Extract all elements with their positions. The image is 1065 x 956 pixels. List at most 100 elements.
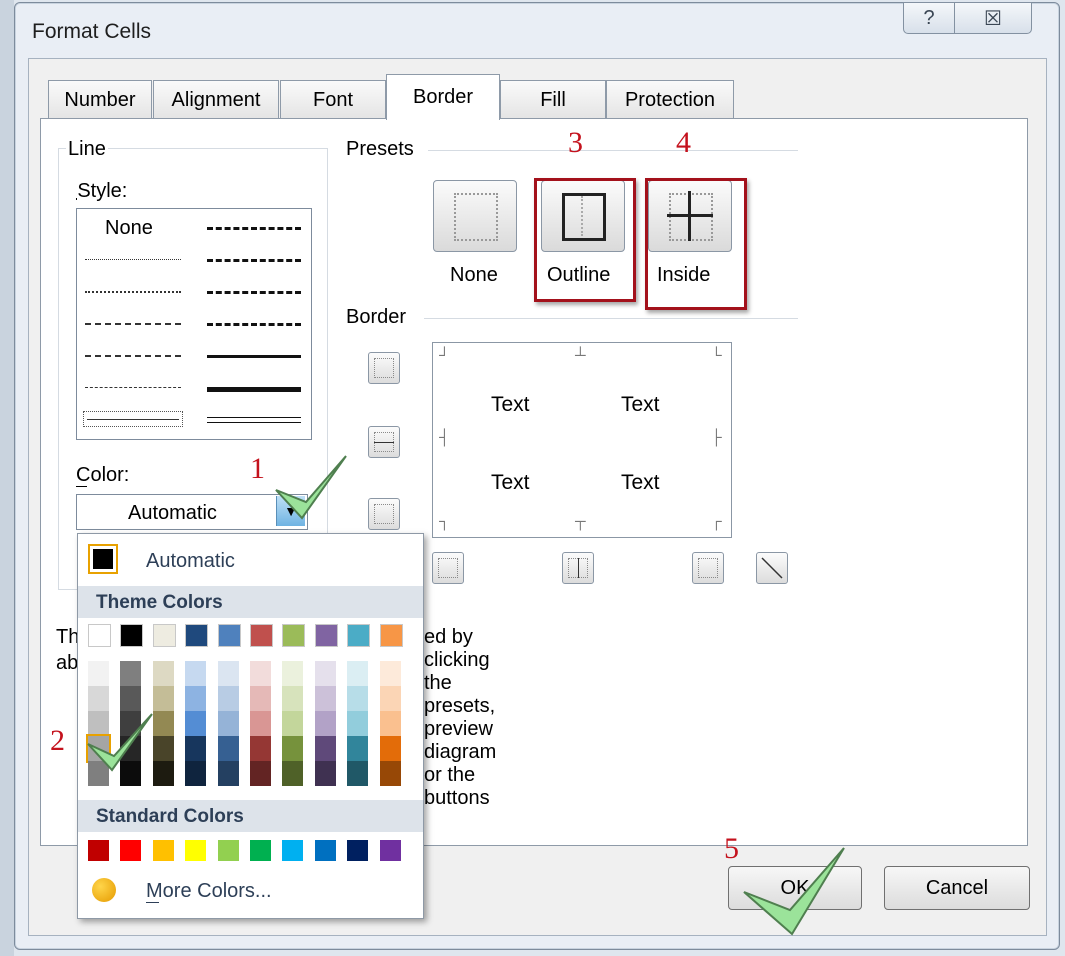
line-style-hair[interactable] [85, 259, 181, 260]
line-style-dotted[interactable] [85, 291, 181, 293]
line-style-list[interactable]: None [76, 208, 312, 440]
theme-color-swatch[interactable] [120, 624, 144, 647]
theme-shade-swatch[interactable] [314, 686, 336, 711]
standard-color-swatch[interactable] [152, 840, 174, 861]
theme-shade-swatch[interactable] [217, 711, 239, 736]
theme-shade-swatch[interactable] [282, 686, 304, 711]
more-colors-option[interactable]: More Colors... [146, 880, 272, 903]
automatic-color-option[interactable]: Automatic [146, 550, 235, 573]
theme-shade-swatch[interactable] [282, 736, 304, 761]
theme-color-swatch[interactable] [217, 624, 241, 647]
theme-shade-swatch[interactable] [282, 761, 304, 786]
border-top-button[interactable] [368, 352, 400, 384]
standard-color-swatch[interactable] [88, 840, 109, 861]
tab-border[interactable]: Border [386, 74, 500, 120]
theme-color-swatch[interactable] [152, 624, 176, 647]
line-style-med-dash-dot-dot[interactable] [207, 227, 301, 230]
preset-none-icon [454, 193, 498, 241]
tab-number[interactable]: Number [48, 80, 152, 119]
theme-shade-swatch[interactable] [217, 661, 239, 686]
line-style-dash-dot[interactable] [85, 355, 181, 357]
border-preview[interactable]: ┘ ┴ └ ┤ ├ ┐ ┬ ┌ Text Text Text Text [432, 342, 732, 538]
line-style-dashed[interactable] [85, 387, 181, 388]
theme-shade-swatch[interactable] [152, 661, 174, 686]
tab-protection[interactable]: Protection [606, 80, 734, 119]
line-style-medium[interactable] [207, 355, 301, 358]
border-right-button[interactable] [692, 552, 724, 584]
theme-shade-swatch[interactable] [314, 711, 336, 736]
theme-shade-swatch[interactable] [314, 761, 336, 786]
theme-shade-swatch[interactable] [185, 761, 207, 786]
theme-shade-swatch[interactable] [185, 686, 207, 711]
theme-shade-swatch[interactable] [217, 736, 239, 761]
theme-shade-swatch[interactable] [250, 736, 271, 761]
theme-shade-swatch[interactable] [250, 686, 271, 711]
theme-shade-swatch[interactable] [347, 736, 369, 761]
theme-shade-swatch[interactable] [379, 736, 401, 761]
more-colors-underline [146, 902, 159, 903]
border-diagonal-button[interactable] [756, 552, 788, 584]
line-style-slant-dash[interactable] [207, 259, 301, 262]
standard-color-swatch[interactable] [347, 840, 369, 861]
line-style-thick[interactable] [207, 387, 301, 392]
automatic-color-swatch[interactable] [88, 544, 118, 574]
close-button[interactable]: ☒ [954, 2, 1032, 34]
theme-shade-swatch[interactable] [250, 761, 271, 786]
theme-color-swatch[interactable] [379, 624, 403, 647]
cancel-button[interactable]: Cancel [884, 866, 1030, 910]
tab-alignment[interactable]: Alignment [153, 80, 279, 119]
preset-none-button[interactable] [433, 180, 517, 252]
theme-shade-swatch[interactable] [250, 661, 271, 686]
theme-colors-header: Theme Colors [78, 586, 423, 618]
line-style-none[interactable]: None [105, 217, 153, 240]
standard-color-swatch[interactable] [314, 840, 336, 861]
line-style-med-dash-dot[interactable] [207, 291, 301, 294]
theme-color-swatch[interactable] [88, 624, 111, 647]
diagonal-icon [761, 557, 783, 579]
line-style-med-dashed[interactable] [207, 323, 301, 326]
border-middle-horizontal-button[interactable] [368, 426, 400, 458]
theme-shade-swatch[interactable] [379, 711, 401, 736]
border-left-button[interactable] [432, 552, 464, 584]
help-button[interactable]: ? [903, 2, 955, 34]
theme-color-swatch[interactable] [250, 624, 273, 647]
line-style-double[interactable] [207, 417, 301, 423]
theme-shade-swatch[interactable] [347, 711, 369, 736]
annotation-2: 2 [50, 724, 65, 757]
theme-shade-swatch[interactable] [347, 686, 369, 711]
standard-color-swatch[interactable] [217, 840, 239, 861]
theme-shade-swatch[interactable] [314, 736, 336, 761]
check-icon [740, 840, 850, 945]
border-bottom-button[interactable] [368, 498, 400, 530]
standard-color-swatch[interactable] [120, 840, 142, 861]
theme-shade-swatch[interactable] [282, 661, 304, 686]
theme-shade-swatch[interactable] [379, 686, 401, 711]
theme-shade-swatch[interactable] [282, 711, 304, 736]
line-style-thin[interactable] [87, 419, 179, 420]
theme-shade-swatch[interactable] [217, 686, 239, 711]
theme-shade-swatch[interactable] [379, 661, 401, 686]
theme-color-swatch[interactable] [282, 624, 306, 647]
theme-shade-swatch[interactable] [185, 661, 207, 686]
line-style-dash-dot-dot[interactable] [85, 323, 181, 325]
tab-fill[interactable]: Fill [500, 80, 606, 119]
theme-shade-swatch[interactable] [185, 711, 207, 736]
theme-shade-swatch[interactable] [217, 761, 239, 786]
theme-shade-swatch[interactable] [120, 661, 142, 686]
standard-color-swatch[interactable] [185, 840, 207, 861]
border-middle-vertical-button[interactable] [562, 552, 594, 584]
theme-color-swatch[interactable] [314, 624, 338, 647]
standard-color-swatch[interactable] [282, 840, 304, 861]
theme-shade-swatch[interactable] [250, 711, 271, 736]
theme-shade-swatch[interactable] [88, 661, 109, 686]
theme-color-swatch[interactable] [185, 624, 209, 647]
theme-shade-swatch[interactable] [347, 661, 369, 686]
standard-color-swatch[interactable] [379, 840, 401, 861]
theme-shade-swatch[interactable] [185, 736, 207, 761]
theme-shade-swatch[interactable] [379, 761, 401, 786]
theme-shade-swatch[interactable] [347, 761, 369, 786]
standard-color-swatch[interactable] [250, 840, 271, 861]
theme-shade-swatch[interactable] [314, 661, 336, 686]
tab-font[interactable]: Font [280, 80, 386, 119]
theme-color-swatch[interactable] [347, 624, 371, 647]
